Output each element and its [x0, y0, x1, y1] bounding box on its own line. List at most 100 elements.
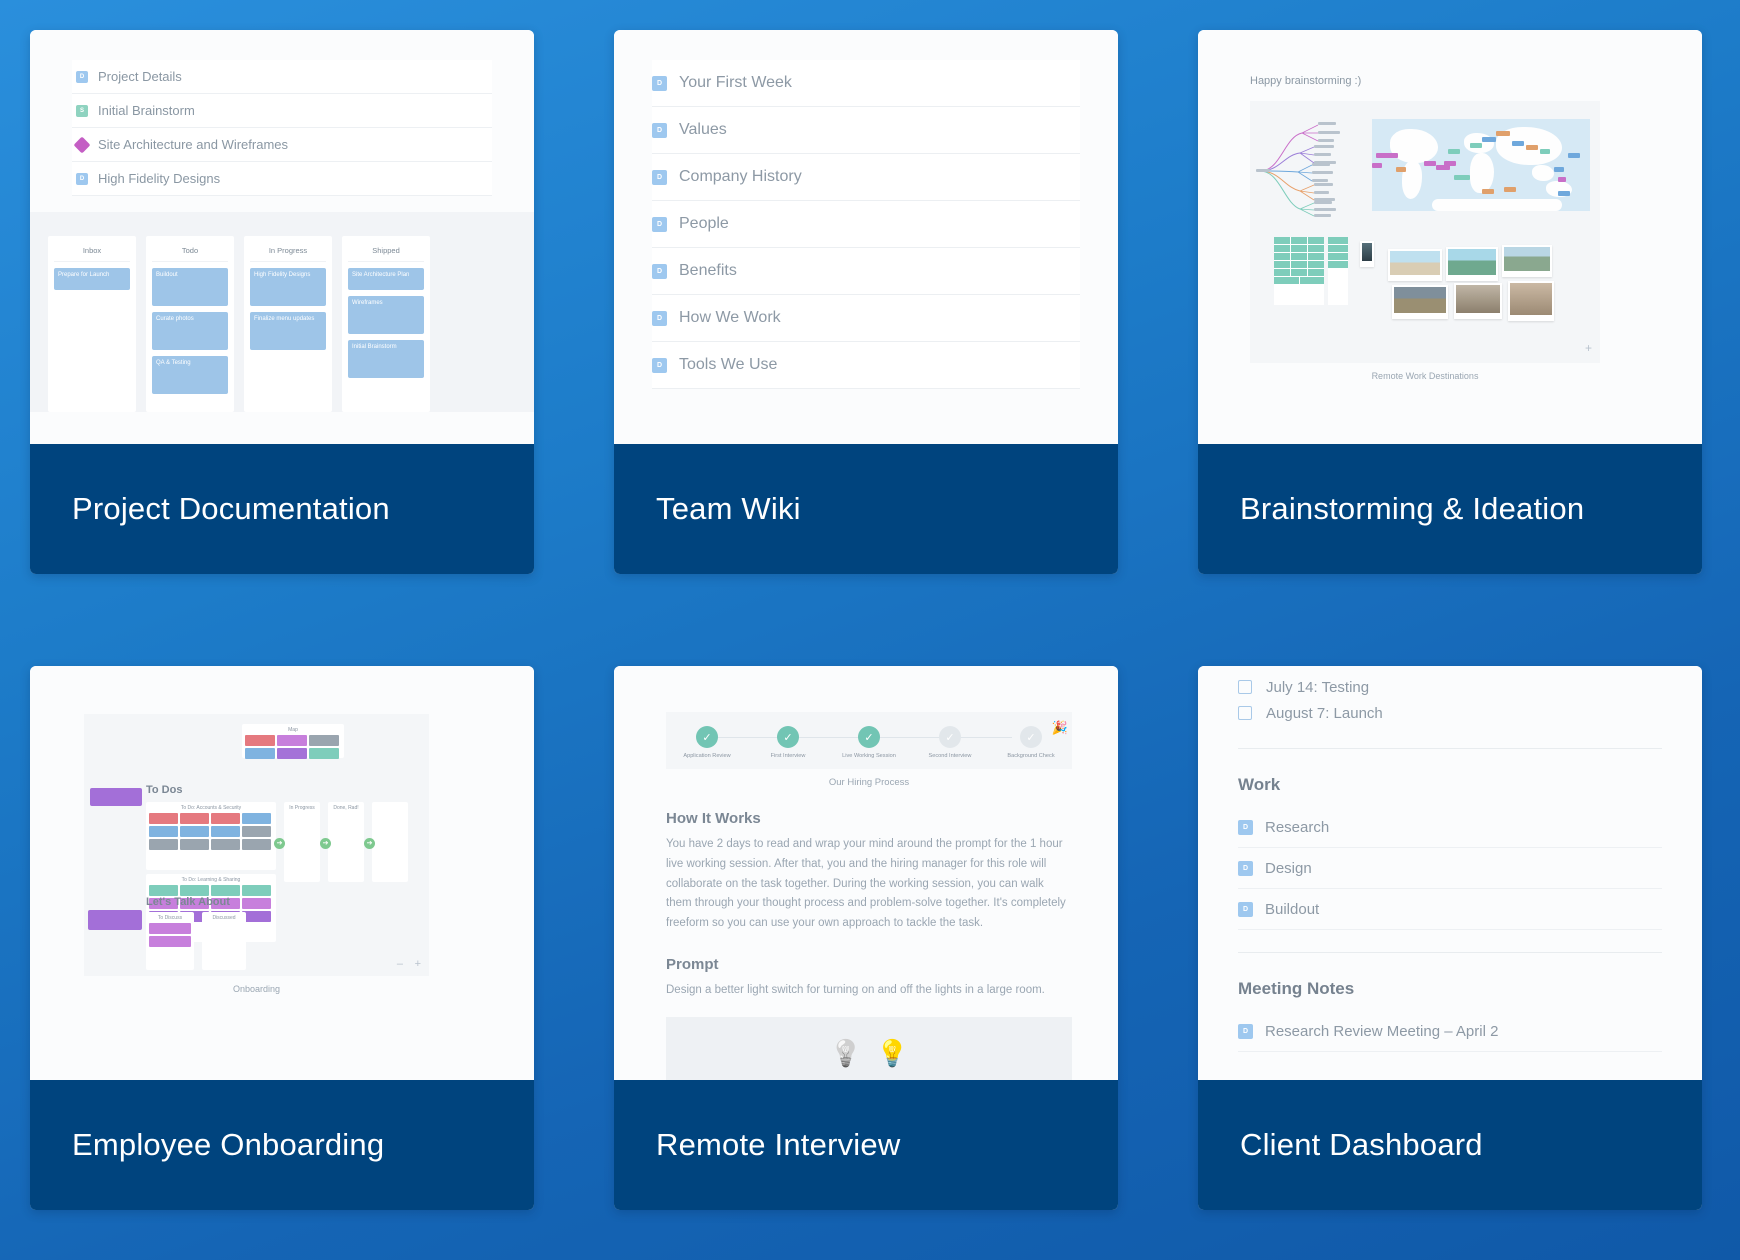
card-footer: Remote Interview — [614, 1080, 1118, 1210]
check-icon: ✓ — [696, 726, 718, 748]
list-item-label: Research — [1265, 818, 1330, 836]
move-right-icon[interactable]: ➔ — [274, 838, 285, 849]
step-first-interview[interactable]: ✓ First Interview — [757, 726, 819, 759]
list-item[interactable]: D Company History — [652, 154, 1080, 201]
document-icon: D — [652, 263, 667, 279]
column-label: Done, Rad! — [333, 805, 359, 811]
list-item[interactable]: D Design — [1238, 848, 1662, 889]
kanban-card[interactable]: High Fidelity Designs — [250, 268, 326, 306]
card-title: Brainstorming & Ideation — [1240, 491, 1585, 526]
mindmap-diagram — [1256, 122, 1340, 217]
zoom-in-icon[interactable]: + — [1585, 341, 1592, 355]
card-footer: Employee Onboarding — [30, 1080, 534, 1210]
list-item[interactable]: D High Fidelity Designs — [72, 162, 492, 196]
step-label: Background Check — [1007, 753, 1055, 759]
column-in-progress: In Progress — [284, 802, 320, 882]
board-heading: Happy brainstorming :) — [1250, 75, 1362, 87]
kanban-card[interactable]: Prepare for Launch — [54, 268, 130, 290]
kanban-card[interactable]: Curate photos — [152, 312, 228, 350]
kanban-column-title: Shipped — [348, 242, 424, 262]
list-item[interactable]: S Initial Brainstorm — [72, 94, 492, 128]
list-item[interactable]: D Tools We Use — [652, 342, 1080, 389]
kanban-column-inbox: Inbox Prepare for Launch — [48, 236, 136, 412]
template-card-client-dashboard[interactable]: July 14: Testing August 7: Launch Work D… — [1198, 666, 1702, 1210]
template-card-team-wiki[interactable]: D Your First Week D Values D Company His… — [614, 30, 1118, 574]
kanban-column-shipped: Shipped Site Architecture Plan Wireframe… — [342, 236, 430, 412]
how-it-works-heading: How It Works — [666, 810, 761, 827]
celebration-icon: 🎉 — [1051, 720, 1068, 735]
zoom-out-icon[interactable]: – — [397, 958, 403, 970]
list-item[interactable]: D Research Review Meeting – April 2 — [1238, 1011, 1662, 1052]
checkbox-icon[interactable] — [1238, 680, 1252, 694]
list-item[interactable]: D Research — [1238, 807, 1662, 848]
checklist-item[interactable]: July 14: Testing — [1238, 674, 1662, 700]
step-live-working-session[interactable]: ✓ Live Working Session — [838, 726, 900, 759]
document-icon: D — [652, 310, 667, 326]
card-footer: Brainstorming & Ideation — [1198, 444, 1702, 574]
document-icon: D — [652, 357, 667, 373]
document-icon: D — [1238, 860, 1253, 876]
brainstorm-board: + — [1250, 101, 1600, 363]
card-preview: Happy brainstorming :) + Remote Work Des… — [1198, 30, 1702, 444]
kanban-card[interactable]: Buildout — [152, 268, 228, 306]
photo-thumbnail — [1392, 285, 1448, 319]
card-title: Remote Interview — [656, 1127, 901, 1162]
list-item[interactable]: Site Architecture and Wireframes — [72, 128, 492, 162]
template-card-employee-onboarding[interactable]: Map To Dos To Do: Accounts & Security To… — [30, 666, 534, 1210]
column-to-discuss: To Discuss — [146, 912, 194, 970]
todo-group-accounts: To Do: Accounts & Security — [146, 802, 276, 870]
kanban-board: Inbox Prepare for Launch Todo Buildout C… — [30, 212, 534, 412]
list-item[interactable]: D Values — [652, 107, 1080, 154]
card-preview: D Your First Week D Values D Company His… — [614, 30, 1118, 444]
photo-thumbnail — [1454, 283, 1502, 319]
move-right-icon[interactable]: ➔ — [364, 838, 375, 849]
list-item-label: Project Details — [98, 69, 182, 84]
section-heading-meeting-notes: Meeting Notes — [1238, 979, 1355, 998]
section-heading-lets-talk: Let's Talk About — [146, 896, 230, 908]
photo-thumbnail — [1388, 249, 1442, 281]
move-right-icon[interactable]: ➔ — [320, 838, 331, 849]
list-item-label: Company History — [679, 168, 802, 185]
kanban-card[interactable]: Finalize menu updates — [250, 312, 326, 350]
document-icon: D — [652, 169, 667, 185]
card-preview: ✓ Application Review ✓ First Interview ✓… — [614, 666, 1118, 1080]
check-icon: ✓ — [858, 726, 880, 748]
list-item-label: Benefits — [679, 262, 737, 279]
step-label: Live Working Session — [842, 753, 896, 759]
card-footer: Project Documentation — [30, 444, 534, 574]
prompt-heading: Prompt — [666, 955, 719, 973]
document-icon: D — [1238, 901, 1253, 917]
section-heading-to-dos: To Dos — [146, 784, 183, 796]
list-item[interactable]: D People — [652, 201, 1080, 248]
template-gallery-grid: D Project Details S Initial Brainstorm S… — [0, 0, 1740, 1210]
list-item[interactable]: D Buildout — [1238, 889, 1662, 930]
list-item-label: Values — [679, 121, 727, 138]
hiring-process-stepper: ✓ Application Review ✓ First Interview ✓… — [666, 712, 1072, 769]
zoom-in-icon[interactable]: + — [415, 958, 421, 970]
list-item[interactable]: D Benefits — [652, 248, 1080, 295]
kanban-card[interactable]: Wireframes — [348, 296, 424, 334]
step-second-interview[interactable]: ✓ Second Interview — [919, 726, 981, 759]
checkbox-icon[interactable] — [1238, 706, 1252, 720]
step-application-review[interactable]: ✓ Application Review — [676, 726, 738, 759]
lightbulb-off-icon: 💡 — [829, 1038, 862, 1069]
template-card-brainstorming-ideation[interactable]: Happy brainstorming :) + Remote Work Des… — [1198, 30, 1702, 574]
kanban-card[interactable]: Initial Brainstorm — [348, 340, 424, 378]
card-footer: Team Wiki — [614, 444, 1118, 574]
column-label: To Discuss — [157, 915, 183, 921]
template-card-remote-interview[interactable]: ✓ Application Review ✓ First Interview ✓… — [614, 666, 1118, 1210]
kanban-card[interactable]: QA & Testing — [152, 356, 228, 394]
kanban-card[interactable]: Site Architecture Plan — [348, 268, 424, 290]
list-item[interactable]: D Your First Week — [652, 60, 1080, 107]
list-item[interactable]: D Project Details — [72, 60, 492, 94]
stepper-caption: Our Hiring Process — [828, 777, 910, 788]
checklist-item[interactable]: August 7: Launch — [1238, 700, 1662, 726]
list-item[interactable]: D How We Work — [652, 295, 1080, 342]
kanban-column-title: In Progress — [250, 242, 326, 262]
template-card-project-documentation[interactable]: D Project Details S Initial Brainstorm S… — [30, 30, 534, 574]
section-heading-work: Work — [1238, 775, 1281, 794]
photo-thumbnail — [1502, 245, 1552, 277]
card-preview: D Project Details S Initial Brainstorm S… — [30, 30, 534, 444]
kanban-column-todo: Todo Buildout Curate photos QA & Testing — [146, 236, 234, 412]
list-item-label: Design — [1265, 859, 1312, 877]
